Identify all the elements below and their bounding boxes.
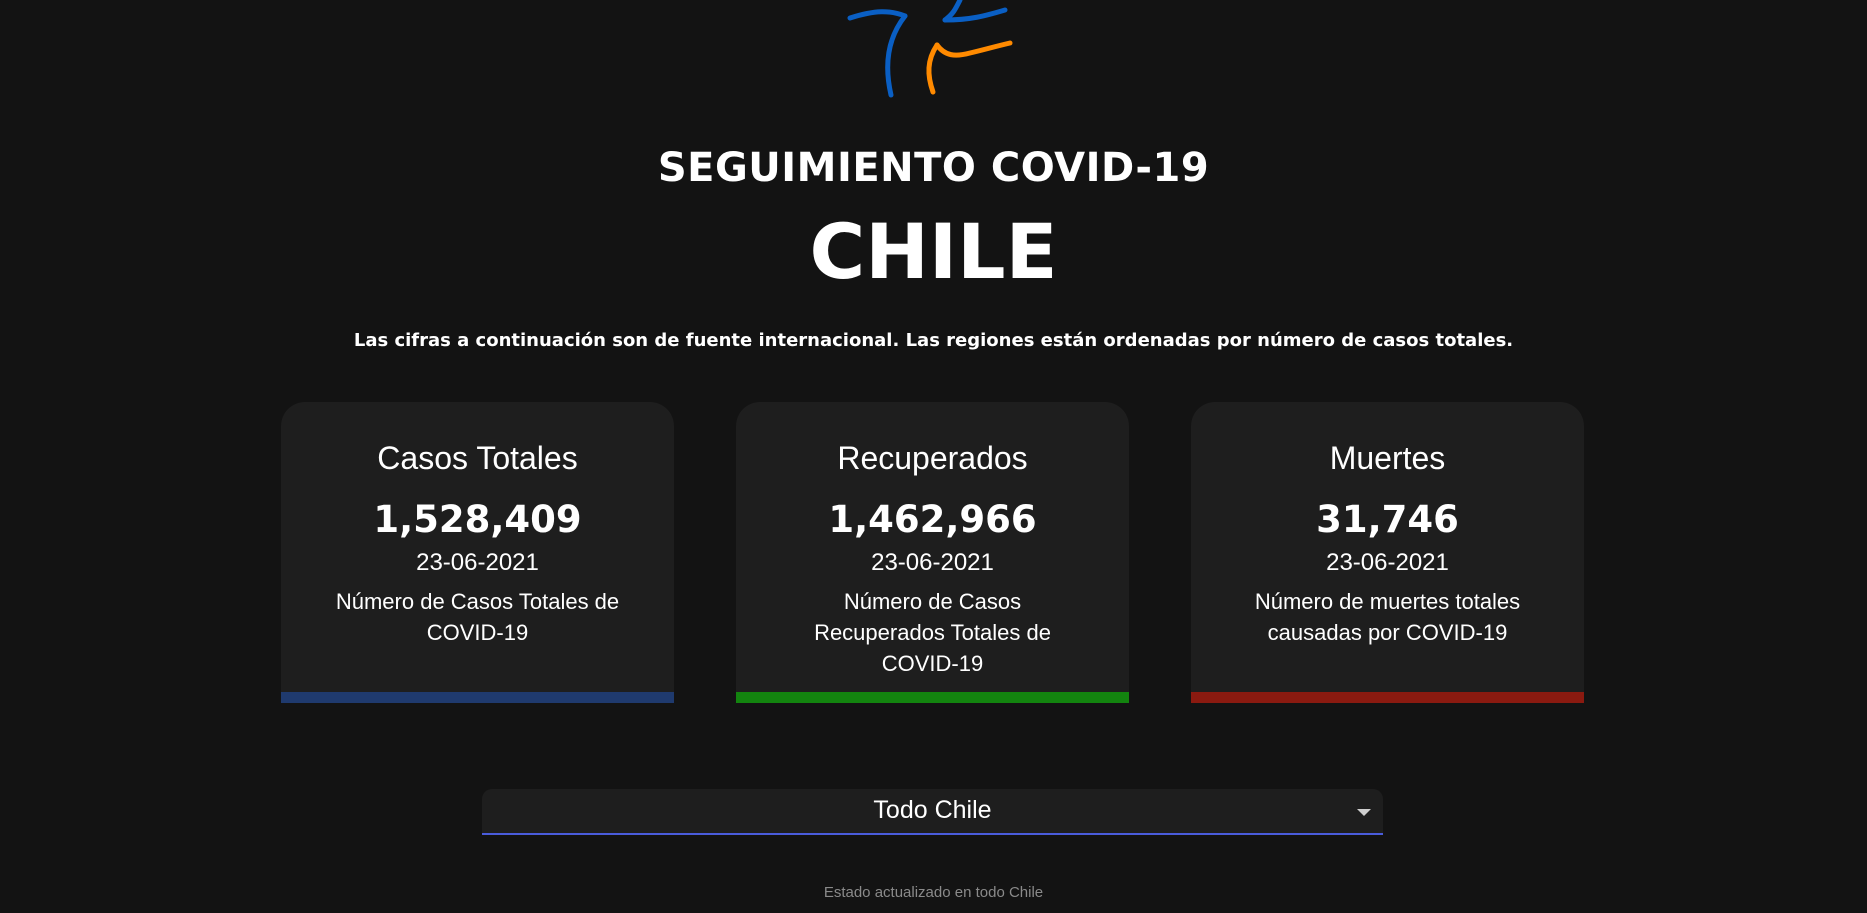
card-title: Casos Totales [377,440,578,476]
card-accent-bar [1191,692,1584,703]
card-description: Número de muertes totales causadas por C… [1254,589,1521,645]
source-note: Las cifras a continuación son de fuente … [353,330,1514,351]
card-deaths: Muertes 31,746 23-06-2021 Número de muer… [1191,402,1584,703]
card-total-cases: Casos Totales 1,528,409 23-06-2021 Númer… [281,402,674,703]
card-title: Muertes [1329,440,1446,476]
page-title: SEGUIMIENTO COVID-19 [657,145,1210,191]
card-accent-bar [281,692,674,703]
card-recovered: Recuperados 1,462,966 23-06-2021 Número … [736,402,1129,703]
card-value: 1,528,409 [373,498,582,541]
status-text: Estado actualizado en todo Chile [823,884,1044,901]
card-value: 1,462,966 [828,498,1037,541]
card-date: 23-06-2021 [871,549,994,576]
country-title: CHILE [809,207,1058,296]
card-description: Número de Casos Recuperados Totales de C… [814,589,1051,676]
card-accent-bar [736,692,1129,703]
logo-icon [847,0,1013,98]
card-date: 23-06-2021 [1326,549,1449,576]
card-date: 23-06-2021 [416,549,539,576]
region-select-value: Todo Chile [873,796,992,824]
chevron-down-icon[interactable] [1357,809,1371,816]
region-select[interactable]: Todo Chile [482,789,1383,835]
card-description: Número de Casos Totales de COVID-19 [335,589,620,645]
card-value: 31,746 [1316,498,1459,541]
card-title: Recuperados [837,440,1028,476]
page: SEGUIMIENTO COVID-19 CHILE Las cifras a … [0,0,1867,913]
